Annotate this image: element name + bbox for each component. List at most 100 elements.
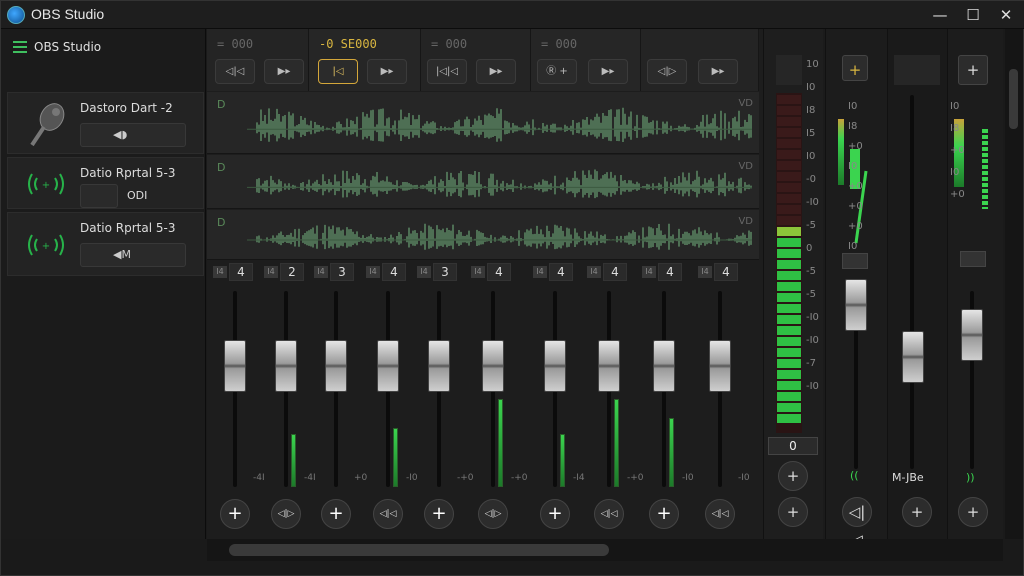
channel-audio-button[interactable]: ◁|◁ <box>594 499 624 529</box>
strip-audio-button[interactable]: ◁|◁ <box>215 59 255 84</box>
fader-knob[interactable] <box>428 339 450 392</box>
aux-audio-button[interactable]: + <box>902 497 932 527</box>
fader-knob[interactable] <box>325 339 347 392</box>
source-mute-button[interactable]: ◀M <box>80 243 186 267</box>
track-value: VD <box>738 161 753 172</box>
fader-knob[interactable] <box>224 339 246 392</box>
channel-audio-button[interactable]: ◁|◁ <box>705 499 735 529</box>
channel-chip: I4 <box>698 266 712 278</box>
meter-segment <box>777 392 801 401</box>
scale-label: I0 <box>848 161 858 172</box>
minimize-button[interactable]: — <box>927 4 953 26</box>
source-value: ODI <box>127 189 148 202</box>
meter-segment <box>777 227 801 236</box>
level-meter <box>291 434 296 487</box>
channel-add-button[interactable]: + <box>220 499 250 529</box>
strip-audio-button[interactable]: |◁|◁ <box>427 59 467 84</box>
source-item[interactable]: + Datio Rprtal 5-3 ◀M <box>7 212 204 276</box>
meter-label: -I4 <box>573 473 585 483</box>
channel-add-button[interactable]: + <box>424 499 454 529</box>
aux-column: M-JBe + <box>887 29 947 539</box>
meter-segment <box>777 403 801 412</box>
maximize-button[interactable]: ☐ <box>960 4 986 26</box>
scale-label: I8 <box>806 105 816 116</box>
aux-toggle[interactable] <box>960 251 986 267</box>
channel-audio-button[interactable]: ◁|◁ <box>373 499 403 529</box>
scale-label: I8 <box>848 121 858 132</box>
horizontal-scroll-thumb[interactable] <box>229 544 609 556</box>
aux-add-bottom-button[interactable]: + <box>958 497 988 527</box>
scale-label: +0 <box>848 141 863 152</box>
master-header <box>776 55 802 85</box>
level-meter <box>498 398 503 487</box>
aux-footer: (( <box>850 469 859 482</box>
master-level-meter <box>776 93 802 433</box>
meter-segment <box>777 249 801 258</box>
scale-label: 10 <box>806 59 819 70</box>
obs-window: OBS Studio — ☐ ✕ OBS Studio Dastoro Dart… <box>0 0 1024 576</box>
channel-audio-button[interactable]: ◁|▷ <box>271 499 301 529</box>
channel-chip: I4 <box>264 266 278 278</box>
master-add-button[interactable]: + <box>778 461 808 491</box>
strip-header: = 000 Ⓡ + ▶▸ <box>531 29 641 91</box>
strip-play-button[interactable]: ▶▸ <box>698 59 738 84</box>
source-toggle-button[interactable] <box>80 184 118 208</box>
fader-knob[interactable] <box>482 339 504 392</box>
meter-segment <box>777 95 801 104</box>
strip-play-button[interactable]: ▶▸ <box>367 59 407 84</box>
strip-title: = 000 <box>541 37 578 51</box>
channel-add-button[interactable]: + <box>321 499 351 529</box>
window-title: OBS Studio <box>31 6 105 22</box>
aux-header <box>894 55 940 85</box>
meter-label: -I0 <box>738 473 750 483</box>
meter-segment <box>777 150 801 159</box>
waveform-track <box>247 223 752 250</box>
fader-knob[interactable] <box>709 339 731 392</box>
meter-segment <box>777 271 801 280</box>
strip-play-button[interactable]: ▶▸ <box>588 59 628 84</box>
aux-fader-knob[interactable] <box>961 309 983 361</box>
meter-segment <box>777 304 801 313</box>
vertical-scroll-thumb[interactable] <box>1009 69 1018 129</box>
close-button[interactable]: ✕ <box>993 4 1019 26</box>
strip-audio-button[interactable]: |◁ <box>318 59 358 84</box>
level-meter <box>614 398 619 487</box>
strip-audio-button[interactable]: Ⓡ + <box>537 59 577 84</box>
channel-audio-button[interactable]: ◁|▷ <box>478 499 508 529</box>
aux-fader-knob[interactable] <box>845 279 867 331</box>
strip-play-button[interactable]: ▶▸ <box>264 59 304 84</box>
master-section: 10 I0 I8 I5 I0 -0 -I0 -5 0 -5 -5 -I0 -I0 -7 -I0 0 + + … <box>763 29 1003 549</box>
fader-knob[interactable] <box>653 339 675 392</box>
aux-add-button[interactable]: + <box>958 55 988 85</box>
meter-label: +0 <box>354 473 368 483</box>
fader-knob[interactable] <box>598 339 620 392</box>
source-mute-button[interactable]: ◀◗ <box>80 123 186 147</box>
source-item[interactable]: + Datio Rprtal 5-3 ODI <box>7 157 204 209</box>
channel-number: 4 <box>382 263 406 281</box>
vertical-scrollbar[interactable] <box>1005 29 1023 539</box>
title-bar: OBS Studio — ☐ ✕ <box>1 1 1024 29</box>
meter-segment <box>777 139 801 148</box>
svg-text:+: + <box>42 241 50 252</box>
source-item[interactable]: Dastoro Dart -2 ◀◗ <box>7 92 204 154</box>
scale-label: I0 <box>950 167 960 178</box>
fader-knob[interactable] <box>544 339 566 392</box>
level-meter <box>560 434 565 487</box>
master-audio-button[interactable]: + <box>778 497 808 527</box>
channel-number: 4 <box>549 263 573 281</box>
strip-audio-button[interactable]: ◁|▷ <box>647 59 687 84</box>
svg-text:+: + <box>42 180 50 191</box>
channel-add-button[interactable]: + <box>540 499 570 529</box>
horizontal-scrollbar[interactable] <box>207 539 1003 561</box>
aux-audio-button[interactable]: ◁|◁ <box>842 497 872 549</box>
fader-knob[interactable] <box>275 339 297 392</box>
fader-knob[interactable] <box>377 339 399 392</box>
scale-label: I0 <box>806 151 816 162</box>
channel-add-button[interactable]: + <box>649 499 679 529</box>
scale-label: 0 <box>806 243 813 254</box>
aux-add-button[interactable]: + <box>842 55 868 81</box>
aux-fader-knob[interactable] <box>902 331 924 383</box>
strip-play-button[interactable]: ▶▸ <box>476 59 516 84</box>
aux-toggle[interactable] <box>842 253 868 269</box>
menu-list-icon[interactable] <box>13 41 27 53</box>
